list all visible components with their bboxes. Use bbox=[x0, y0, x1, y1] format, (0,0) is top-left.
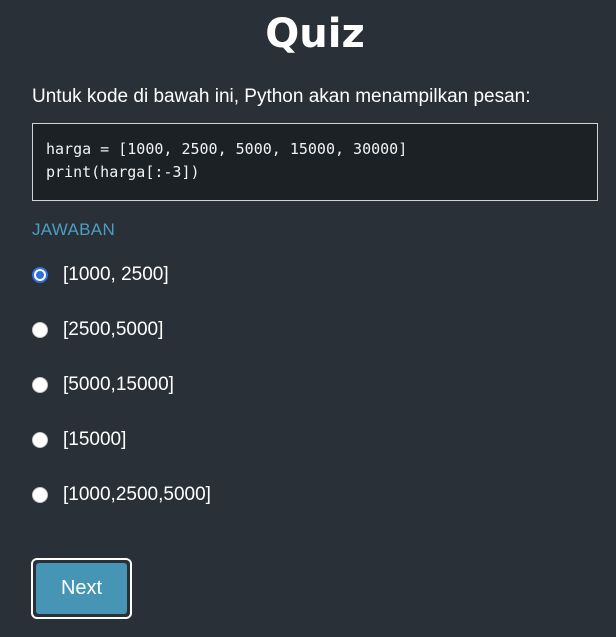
answer-section-label: JAWABAN bbox=[32, 220, 116, 239]
code-line: print(harga[:-3]) bbox=[46, 163, 200, 181]
question-text: Untuk kode di bawah ini, Python akan men… bbox=[32, 86, 531, 107]
answer-option-5[interactable]: [1000,2500,5000] bbox=[32, 467, 598, 522]
next-button-label: Next bbox=[36, 563, 127, 614]
code-line: harga = [1000, 2500, 5000, 15000, 30000] bbox=[46, 140, 408, 158]
next-button[interactable]: Next bbox=[31, 558, 132, 619]
answer-option-label: [2500,5000] bbox=[63, 318, 164, 340]
answer-option-label: [15000] bbox=[63, 428, 127, 450]
answer-option-label: [1000,2500,5000] bbox=[63, 483, 211, 505]
radio-button[interactable] bbox=[32, 266, 48, 283]
answer-options: [1000, 2500] [2500,5000] [5000,15000] [1… bbox=[32, 247, 598, 522]
answer-option-1[interactable]: [1000, 2500] bbox=[32, 247, 598, 302]
radio-button[interactable] bbox=[32, 486, 48, 503]
radio-button[interactable] bbox=[32, 376, 48, 393]
answer-option-label: [1000, 2500] bbox=[63, 263, 169, 285]
page-title: Quiz bbox=[265, 11, 365, 57]
code-block: harga = [1000, 2500, 5000, 15000, 30000]… bbox=[32, 123, 598, 201]
radio-button[interactable] bbox=[32, 431, 48, 448]
answer-option-2[interactable]: [2500,5000] bbox=[32, 302, 598, 357]
answer-option-3[interactable]: [5000,15000] bbox=[32, 357, 598, 412]
answer-option-4[interactable]: [15000] bbox=[32, 412, 598, 467]
quiz-page: Quiz Untuk kode di bawah ini, Python aka… bbox=[0, 0, 616, 637]
answer-option-label: [5000,15000] bbox=[63, 373, 174, 395]
radio-button[interactable] bbox=[32, 321, 48, 338]
